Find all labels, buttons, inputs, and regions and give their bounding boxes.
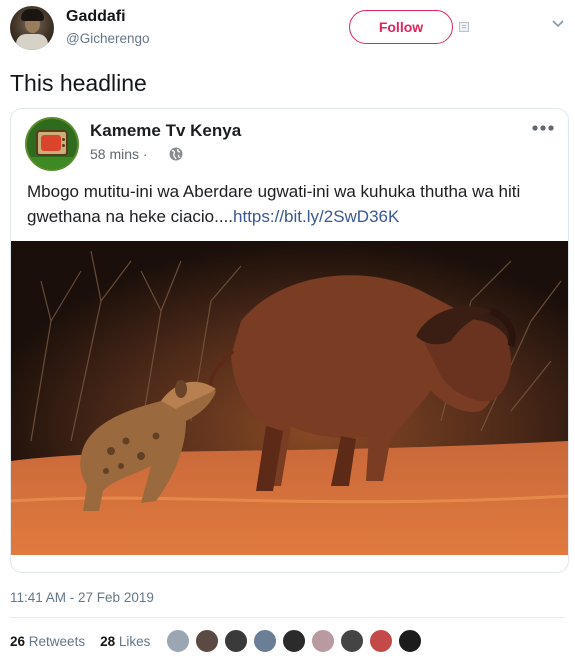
tweet-stats: 26 Retweets 28 Likes <box>10 634 150 649</box>
author-avatar[interactable] <box>10 6 54 50</box>
card-icon <box>459 22 469 32</box>
liker-avatar[interactable] <box>340 629 364 653</box>
divider <box>10 617 565 618</box>
liker-avatar[interactable] <box>195 629 219 653</box>
page-avatar[interactable] <box>25 117 79 171</box>
tweet-timestamp[interactable]: 11:41 AM - 27 Feb 2019 <box>10 590 154 605</box>
author-handle[interactable]: @Gicherengo <box>66 31 150 46</box>
author-display-name[interactable]: Gaddafi <box>66 8 126 26</box>
likes-count[interactable]: 28 <box>100 634 115 649</box>
retweets-count[interactable]: 26 <box>10 634 25 649</box>
time-separator: · <box>142 146 148 162</box>
tweet-header: Gaddafi @Gicherengo Follow <box>0 0 575 60</box>
liker-avatar[interactable] <box>166 629 190 653</box>
post-time: 58 mins · <box>90 146 148 162</box>
follow-button[interactable]: Follow <box>349 10 453 44</box>
liker-avatar[interactable] <box>253 629 277 653</box>
retweets-label[interactable]: Retweets <box>29 634 85 649</box>
post-time-value: 58 mins <box>90 146 140 162</box>
globe-icon <box>169 147 183 161</box>
embedded-facebook-post[interactable]: Kameme Tv Kenya 58 mins · Mbogo mutitu-i… <box>10 108 569 573</box>
post-text: Mbogo mutitu-ini wa Aberdare ugwati-ini … <box>27 179 557 229</box>
more-horizontal-icon[interactable] <box>531 123 555 133</box>
liker-avatar[interactable] <box>311 629 335 653</box>
tweet-text: This headline <box>10 70 147 96</box>
likes-label[interactable]: Likes <box>119 634 151 649</box>
buffalo-hyena-photo[interactable] <box>11 241 568 555</box>
liker-avatar[interactable] <box>369 629 393 653</box>
liker-avatar[interactable] <box>282 629 306 653</box>
page-name[interactable]: Kameme Tv Kenya <box>90 121 241 141</box>
chevron-down-icon[interactable] <box>551 17 565 31</box>
liker-avatar[interactable] <box>398 629 422 653</box>
post-link[interactable]: https://bit.ly/2SwD36K <box>233 207 399 226</box>
liker-avatar[interactable] <box>224 629 248 653</box>
